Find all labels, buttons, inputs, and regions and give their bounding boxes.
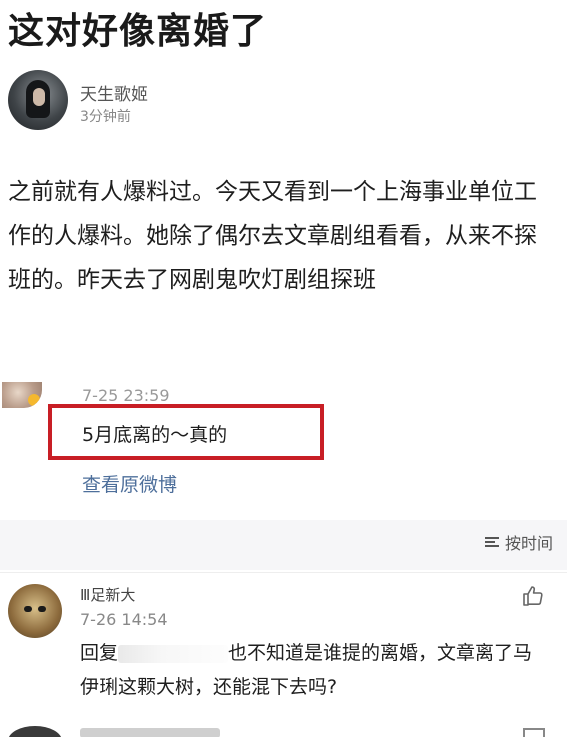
repost-avatar[interactable]	[2, 382, 42, 408]
commenter-name[interactable]: Ⅲ足新大	[80, 584, 135, 605]
headline: 这对好像离婚了	[8, 11, 268, 52]
repost-timestamp: 7-25 23:59	[82, 386, 170, 405]
sort-by-time-button[interactable]: 按时间	[484, 530, 553, 554]
view-original-link[interactable]: 查看原微博	[82, 470, 177, 497]
sort-label: 按时间	[504, 534, 553, 553]
name-redaction	[150, 586, 230, 602]
comment-body: 回复 也不知道是谁提的离婚，文章离了马伊琍这颗大树，还能混下去吗?	[80, 636, 550, 704]
sort-icon	[484, 537, 499, 547]
divider	[0, 572, 567, 573]
post-time: 3分钟前	[80, 109, 131, 125]
commenter-avatar[interactable]	[8, 584, 62, 638]
comment-time: 7-26 14:54	[80, 610, 168, 629]
repost-text: 5月底离的～真的	[82, 424, 228, 446]
poster-username[interactable]: 天生歌姬	[80, 80, 148, 105]
poster-avatar[interactable]	[8, 70, 68, 130]
verified-badge-icon	[28, 394, 40, 406]
thumbs-up-icon[interactable]	[521, 584, 545, 608]
reply-prefix: 回复	[80, 642, 119, 664]
comments-header-bar	[0, 520, 567, 570]
next-comment-peek	[0, 722, 567, 737]
post-body: 之前就有人爆料过。今天又看到一个上海事业单位工作的人爆料。她除了偶尔去文章剧组看…	[8, 179, 537, 293]
reply-target-redacted	[118, 644, 229, 663]
